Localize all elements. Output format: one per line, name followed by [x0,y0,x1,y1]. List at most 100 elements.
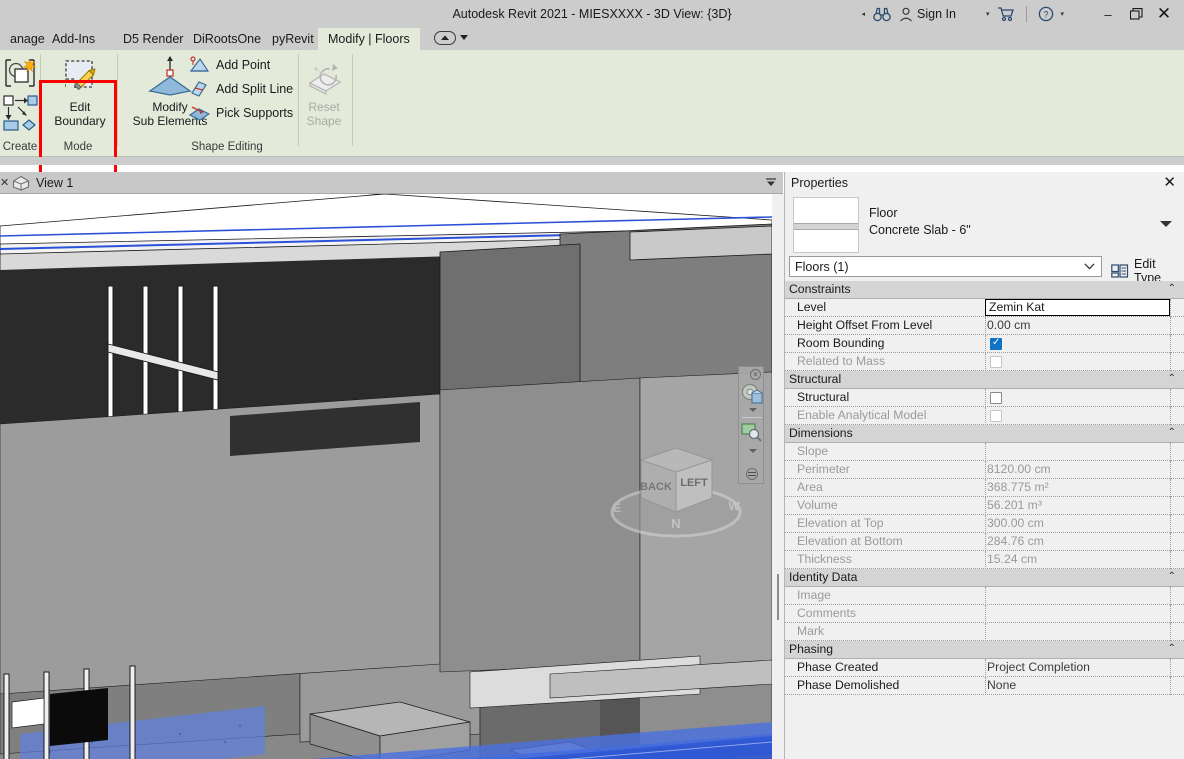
property-row-height-offset[interactable]: Height Offset From Level 0.00 cm [785,317,1184,335]
instance-selector-value: Floors (1) [795,260,849,274]
navbar-zoom-caret-icon[interactable] [749,449,757,453]
viewport-properties-splitter[interactable] [772,194,784,759]
minimize-button[interactable]: – [1094,0,1122,28]
structural-checkbox[interactable] [990,392,1002,404]
reset-shape-label-line2: Shape [306,114,342,128]
panel-label-mode: Mode [63,141,93,153]
slab-section-graphic [794,223,858,230]
type-name: Concrete Slab - 6" [869,223,971,237]
splitter-grip[interactable] [777,574,779,620]
ribbon-collapse-control[interactable] [434,31,468,45]
help-caret-icon[interactable]: ▾ [1060,11,1064,18]
property-group-dimensions[interactable]: Dimensions ⌃ [785,425,1184,443]
collapse-icon[interactable]: ⌃ [1168,283,1176,295]
view-close-icon[interactable]: ✕ [0,172,9,194]
reset-shape-button[interactable]: Reset Shape [300,55,348,128]
instance-selector-combobox[interactable]: Floors (1) [789,256,1102,277]
pin-dropdown-icon[interactable] [765,176,777,188]
collapse-icon[interactable]: ⌃ [1168,643,1176,655]
view-tab-label[interactable]: View 1 [36,172,73,194]
shopping-cart-icon[interactable] [993,0,1019,28]
property-group-identity-data[interactable]: Identity Data ⌃ [785,569,1184,587]
restore-button[interactable] [1122,0,1150,28]
sign-in-button[interactable]: Sign In [895,0,960,28]
svg-text:BACK: BACK [640,481,672,493]
pick-supports-label: Pick Supports [216,106,294,120]
tab-dirootsone[interactable]: DiRootsOne [183,28,271,50]
steering-wheel-icon[interactable] [741,383,763,405]
property-row-image[interactable]: Image [785,587,1184,605]
group-label: Constraints [789,282,851,296]
add-point-button[interactable]: Add Point [188,55,270,75]
binoculars-icon[interactable] [869,0,895,28]
add-point-icon [189,56,210,72]
tab-modify-floors[interactable]: Modify | Floors [318,28,420,50]
add-split-line-icon [191,81,207,97]
row-divider [985,677,986,695]
level-input[interactable]: Zemin Kat [985,299,1170,316]
row-divider [985,443,986,461]
help-icon[interactable]: ? [1034,0,1058,28]
group-label: Dimensions [789,426,853,440]
collapse-icon[interactable]: ⌃ [1168,571,1176,583]
property-row-elevation-at-bottom: Elevation at Bottom 284.76 cm [785,533,1184,551]
tab-d5-render[interactable]: D5 Render [113,28,193,50]
properties-close-icon[interactable]: ✕ [1163,174,1176,192]
navigation-bar[interactable]: × [738,366,764,484]
row-right-divider [1170,515,1171,533]
property-row-mark[interactable]: Mark [785,623,1184,641]
row-right-divider [1170,479,1171,497]
zoom-region-icon[interactable] [741,421,763,443]
property-row-comments[interactable]: Comments [785,605,1184,623]
type-selector[interactable]: Floor Concrete Slab - 6" [789,194,1180,256]
room-bounding-checkbox[interactable] [990,337,1002,350]
tab-pyrevit[interactable]: pyRevit [262,28,324,50]
navigation-options-icon[interactable] [746,468,758,480]
property-group-structural[interactable]: Structural ⌃ [785,371,1184,389]
pick-supports-icon [188,106,210,121]
row-right-divider [1170,587,1171,605]
group-label: Phasing [789,642,834,656]
create-edit-buttons[interactable] [2,94,38,134]
property-group-constraints[interactable]: Constraints ⌃ [785,281,1184,299]
navbar-close-icon[interactable]: × [750,369,761,380]
3d-viewport[interactable]: N E W BACK LEFT × [0,194,772,759]
add-split-line-button[interactable]: Add Split Line [188,79,293,99]
navbar-wheel-caret-icon[interactable] [749,408,757,412]
related-to-mass-checkbox [990,356,1002,368]
collapse-ribbon-icon[interactable] [434,31,456,45]
property-row-volume: Volume 56.201 m³ [785,497,1184,515]
property-row-phase-created[interactable]: Phase Created Project Completion [785,659,1184,677]
panel-divider-2 [117,54,118,146]
property-value: None [987,678,1017,692]
create-similar-button[interactable] [2,56,38,92]
property-key: Thickness [797,552,852,566]
property-row-room-bounding[interactable]: Room Bounding [785,335,1184,353]
reset-shape-label-line1: Reset [308,100,340,114]
chevron-down-icon[interactable] [1160,220,1172,228]
tab-add-ins[interactable]: Add-Ins [42,28,105,50]
create-similar-icon [3,95,38,131]
sign-in-caret-icon[interactable]: ▾ [986,11,990,18]
3d-model-render[interactable]: N E W BACK LEFT [0,194,772,759]
row-divider [985,335,986,353]
properties-header: Properties ✕ [785,172,1184,194]
row-right-divider [1170,443,1171,461]
instance-selector-caret-icon[interactable] [1084,263,1095,270]
property-group-phasing[interactable]: Phasing ⌃ [785,641,1184,659]
close-button[interactable]: ✕ [1150,0,1178,28]
collapse-ribbon-caret-icon[interactable] [460,35,468,41]
back-caret-icon[interactable]: ◂ [862,11,866,18]
property-key: Height Offset From Level [797,318,933,332]
property-row-structural[interactable]: Structural [785,389,1184,407]
property-key: Phase Demolished [797,678,900,692]
row-divider [985,353,986,371]
property-row-phase-demolished[interactable]: Phase Demolished None [785,677,1184,695]
collapse-icon[interactable]: ⌃ [1168,373,1176,385]
row-divider [985,605,986,623]
edit-boundary-button[interactable]: Edit Boundary [44,55,116,128]
collapse-icon[interactable]: ⌃ [1168,427,1176,439]
pick-supports-button[interactable]: Pick Supports [188,103,293,123]
property-key: Elevation at Top [797,516,884,530]
property-row-level[interactable]: Level Zemin Kat [785,299,1184,317]
